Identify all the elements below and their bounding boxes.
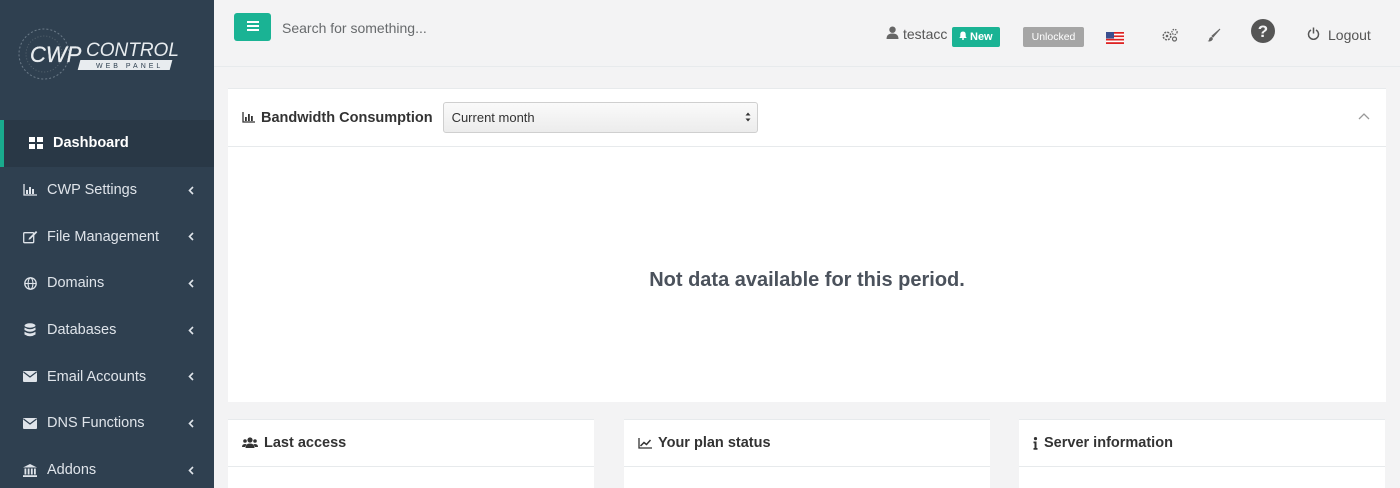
select-arrows-icon [745, 111, 751, 126]
svg-text:CONTROL: CONTROL [86, 40, 179, 61]
sidebar-item-label: File Management [47, 228, 160, 245]
user-account[interactable]: testacc [886, 26, 947, 42]
period-select[interactable]: Current month [442, 102, 758, 133]
sidebar-item-label: DNS Functions [47, 415, 145, 432]
period-selected-value: Current month [451, 110, 535, 125]
sidebar-item-label: Email Accounts [47, 368, 147, 385]
sidebar-item-label: Dashboard [53, 135, 129, 152]
paint-brush-icon[interactable] [1207, 28, 1221, 47]
sidebar-item-domains[interactable]: Domains [0, 260, 214, 307]
sidebar-nav: Dashboard CWP Settings File Management D… [0, 120, 214, 488]
empty-data-message: Not data available for this period. [649, 269, 965, 291]
sidebar-item-addons[interactable]: Addons [0, 447, 214, 488]
sidebar-item-databases[interactable]: Databases [0, 307, 214, 354]
sidebar-item-label: CWP Settings [47, 182, 137, 199]
sidebar-item-email-accounts[interactable]: Email Accounts [0, 353, 214, 400]
envelope-icon [22, 369, 38, 385]
plan-status-panel: Your plan status [624, 419, 990, 488]
logout-button[interactable]: Logout [1307, 27, 1371, 43]
unlocked-status-badge: Unlocked [1023, 27, 1084, 47]
user-icon [886, 26, 899, 42]
svg-text:WEB PANEL: WEB PANEL [96, 63, 163, 70]
new-notifications-badge[interactable]: New [952, 27, 1000, 47]
plan-status-title: Your plan status [658, 435, 771, 451]
bar-chart-icon [242, 112, 255, 123]
bar-chart-icon [22, 182, 38, 198]
sidebar-item-label: Domains [47, 275, 105, 292]
last-access-header: Last access [228, 420, 594, 467]
chevron-left-icon [186, 465, 196, 475]
logout-label: Logout [1328, 27, 1371, 43]
sidebar: CWP CONTROL WEB PANEL Dashboard CWP Sett… [0, 0, 214, 488]
last-access-title: Last access [264, 435, 347, 451]
bandwidth-panel-header: Bandwidth Consumption Current month [228, 89, 1386, 147]
svg-text:CWP: CWP [30, 42, 82, 67]
server-information-panel: Server information [1019, 419, 1385, 488]
chevron-left-icon [186, 185, 196, 195]
bank-icon [22, 462, 38, 478]
chevron-left-icon [186, 418, 196, 428]
cwp-logo[interactable]: CWP CONTROL WEB PANEL [0, 0, 214, 120]
svg-text:?: ? [1258, 22, 1268, 41]
power-icon [1307, 27, 1320, 43]
chevron-left-icon [186, 372, 196, 382]
new-badge-label: New [970, 31, 993, 43]
help-question-icon[interactable]: ? [1250, 18, 1276, 49]
gears-icon[interactable] [1161, 28, 1179, 47]
search-input[interactable] [282, 15, 582, 41]
top-navbar: testacc New Unlocked ? Logout [214, 0, 1400, 67]
chevron-left-icon [186, 278, 196, 288]
line-chart-icon [638, 437, 652, 449]
sidebar-item-label: Databases [47, 322, 117, 339]
username: testacc [903, 26, 948, 42]
menu-toggle-button[interactable] [234, 13, 271, 41]
chevron-up-icon[interactable] [1358, 107, 1370, 125]
sidebar-item-label: Addons [47, 462, 97, 479]
bandwidth-title: Bandwidth Consumption [261, 109, 433, 126]
bell-icon [959, 31, 967, 43]
sidebar-item-dashboard[interactable]: Dashboard [0, 120, 214, 167]
server-information-header: Server information [1019, 420, 1385, 467]
hamburger-icon [246, 18, 259, 36]
last-access-panel: Last access [228, 419, 594, 488]
dashboard-grid-icon [28, 135, 44, 151]
info-icon [1033, 436, 1038, 450]
chevron-left-icon [186, 325, 196, 335]
edit-icon [22, 229, 38, 245]
envelope-icon [22, 415, 38, 431]
chevron-left-icon [186, 232, 196, 242]
globe-icon [22, 275, 38, 291]
database-icon [22, 322, 38, 338]
bandwidth-panel: Bandwidth Consumption Current month Not … [228, 88, 1386, 402]
users-icon [242, 437, 258, 449]
sidebar-item-dns-functions[interactable]: DNS Functions [0, 400, 214, 447]
plan-status-header: Your plan status [624, 420, 990, 467]
us-flag-icon[interactable] [1106, 31, 1124, 49]
sidebar-item-cwp-settings[interactable]: CWP Settings [0, 167, 214, 214]
server-information-title: Server information [1044, 435, 1173, 451]
sidebar-item-file-management[interactable]: File Management [0, 213, 214, 260]
